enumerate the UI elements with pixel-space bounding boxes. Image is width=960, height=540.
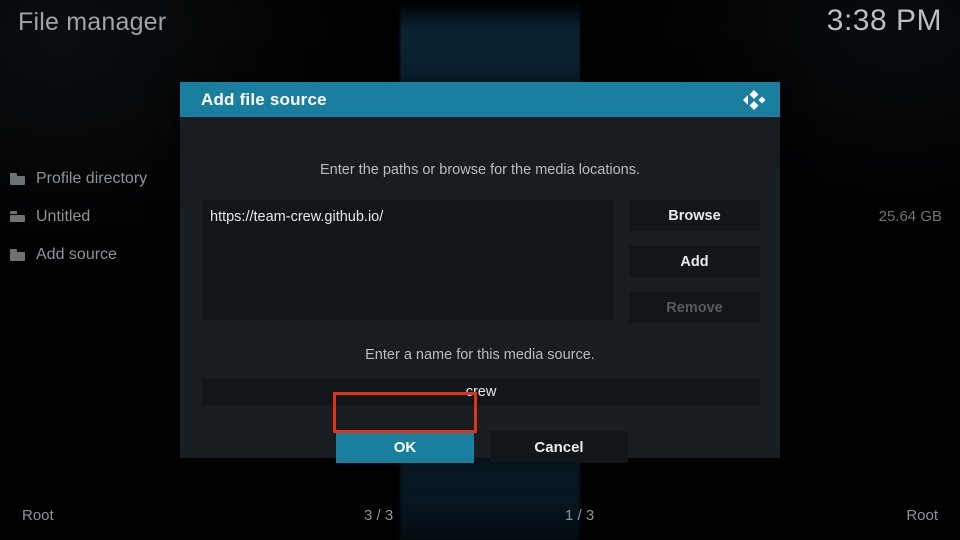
disk-size-label: 25.64 GB	[878, 208, 942, 225]
dialog-title: Add file source	[201, 89, 327, 109]
list-item-label: Untitled	[36, 208, 91, 225]
path-entry[interactable]: https://team-crew.github.io/	[210, 209, 604, 225]
cancel-button[interactable]: Cancel	[490, 431, 628, 463]
ok-button[interactable]: OK	[336, 431, 474, 463]
status-right-count: 1 / 3	[565, 507, 595, 524]
status-left-count: 3 / 3	[364, 507, 394, 524]
list-item-add-source[interactable]: Add source	[0, 236, 190, 274]
list-item[interactable]: Untitled	[0, 198, 190, 236]
browse-button[interactable]: Browse	[629, 200, 760, 231]
status-right-path: Root	[906, 507, 938, 524]
list-item-label: Add source	[36, 246, 117, 263]
paths-hint-label: Enter the paths or browse for the media …	[320, 162, 640, 178]
folder-icon	[10, 173, 25, 185]
kodi-screen: File manager 3:38 PM Profile directory U…	[0, 0, 960, 540]
status-left-path: Root	[22, 507, 54, 524]
file-list-left: Profile directory Untitled Add source	[0, 160, 190, 274]
clock-label: 3:38 PM	[826, 4, 942, 37]
status-bar: Root 3 / 3 1 / 3 Root	[0, 496, 960, 540]
kodi-logo-icon	[740, 88, 766, 112]
folder-icon	[10, 249, 25, 261]
page-title: File manager	[18, 8, 167, 36]
add-button[interactable]: Add	[629, 246, 760, 277]
list-item-label: Profile directory	[36, 170, 148, 187]
path-list[interactable]: https://team-crew.github.io/	[202, 200, 614, 320]
dialog-body: Enter the paths or browse for the media …	[180, 117, 780, 463]
add-file-source-dialog: Add file source Enter the paths or brows…	[180, 82, 780, 463]
dialog-titlebar: Add file source	[180, 82, 780, 117]
folder-open-icon	[10, 211, 25, 223]
remove-button: Remove	[629, 292, 760, 323]
source-name-input[interactable]: crew	[202, 379, 760, 405]
list-item[interactable]: Profile directory	[0, 160, 190, 198]
name-hint-label: Enter a name for this media source.	[365, 347, 595, 363]
